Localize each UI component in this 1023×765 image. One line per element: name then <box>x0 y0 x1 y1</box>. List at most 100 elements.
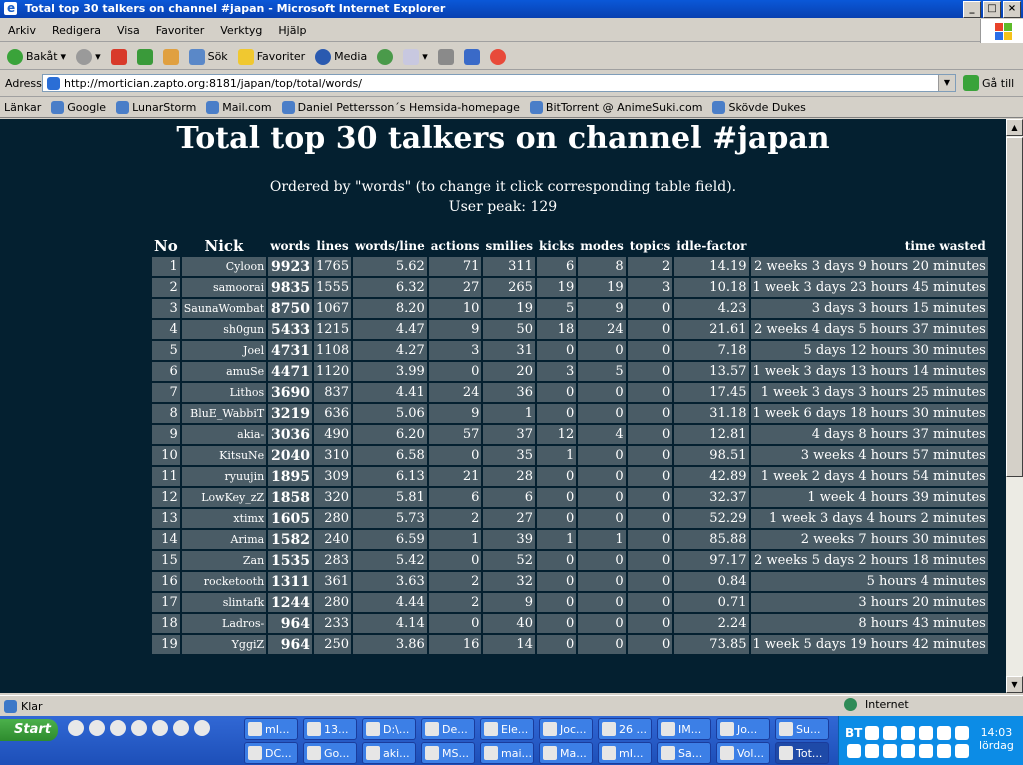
column-header[interactable]: words/line <box>353 237 427 255</box>
clock[interactable]: 14:03 lördag <box>979 726 1014 752</box>
tray-icon[interactable] <box>901 726 915 740</box>
tray-icon[interactable] <box>919 726 933 740</box>
back-button[interactable]: Bakåt ▾ <box>4 46 69 68</box>
column-header[interactable]: idle-factor <box>674 237 748 255</box>
taskbar-task-button[interactable]: IM... <box>657 718 711 740</box>
menu-verktyg[interactable]: Verktyg <box>212 24 270 37</box>
tray-icon[interactable] <box>865 744 879 758</box>
scroll-down-icon[interactable]: ▼ <box>1006 676 1023 693</box>
clock-time: 14:03 <box>980 726 1013 739</box>
start-button[interactable]: Start <box>0 719 58 741</box>
taskbar-task-button[interactable]: Su... <box>775 718 829 740</box>
link-lunarstorm[interactable]: LunarStorm <box>116 100 196 114</box>
link-mailcom[interactable]: Mail.com <box>206 100 272 114</box>
taskbar-task-button[interactable]: Joc... <box>539 718 593 740</box>
actions-cell: 0 <box>428 614 482 633</box>
stop-button[interactable] <box>108 46 130 68</box>
close-button[interactable]: × <box>1003 1 1021 18</box>
print-button[interactable] <box>435 46 457 68</box>
taskbar-task-button[interactable]: Tot... <box>775 742 829 764</box>
link-google[interactable]: Google <box>51 100 106 114</box>
forward-button[interactable]: ▾ <box>73 46 104 68</box>
taskbar-task-button[interactable]: DC... <box>244 742 298 764</box>
search-button[interactable]: Sök <box>186 46 231 68</box>
taskbar-task-button[interactable]: mai... <box>480 742 534 764</box>
address-input[interactable]: http://mortician.zapto.org:8181/japan/to… <box>42 74 956 92</box>
messenger-button[interactable] <box>487 46 509 68</box>
history-button[interactable] <box>374 46 396 68</box>
favorites-button[interactable]: Favoriter <box>235 46 308 68</box>
scroll-up-icon[interactable]: ▲ <box>1006 119 1023 136</box>
menu-visa[interactable]: Visa <box>109 24 148 37</box>
window-titlebar[interactable]: Total top 30 talkers on channel #japan -… <box>0 0 1023 18</box>
taskbar-task-button[interactable]: Go... <box>303 742 357 764</box>
address-dropdown-icon[interactable]: ▼ <box>938 75 955 91</box>
edit-quicklaunch-icon[interactable] <box>152 720 168 736</box>
tray-icon[interactable] <box>955 744 969 758</box>
taskbar-task-button[interactable]: Sa... <box>657 742 711 764</box>
column-header[interactable]: Nick <box>182 237 266 255</box>
chevron-down-icon[interactable]: ▾ <box>95 50 101 63</box>
actions-cell: 0 <box>428 362 482 381</box>
scroll-thumb[interactable] <box>1006 137 1023 477</box>
msn-quicklaunch-icon[interactable] <box>89 720 105 736</box>
column-header[interactable]: topics <box>628 237 673 255</box>
taskbar-task-button[interactable]: MS... <box>421 742 475 764</box>
chevron-down-icon[interactable]: ▾ <box>422 50 428 63</box>
taskbar-task-button[interactable]: aki... <box>362 742 416 764</box>
save-quicklaunch-icon[interactable] <box>173 720 189 736</box>
taskbar-task-button[interactable]: D:\... <box>362 718 416 740</box>
menu-hjalp[interactable]: Hjälp <box>270 24 314 37</box>
taskbar-task-button[interactable]: Ele... <box>480 718 534 740</box>
actions-cell: 3 <box>428 341 482 360</box>
column-header[interactable]: words <box>268 237 312 255</box>
taskbar-task-button[interactable]: Vol... <box>716 742 770 764</box>
words-per-line-cell: 3.63 <box>353 572 427 591</box>
tool-quicklaunch-icon[interactable] <box>194 720 210 736</box>
actions-cell: 6 <box>428 488 482 507</box>
column-header[interactable]: actions <box>429 237 482 255</box>
go-button[interactable]: Gå till <box>963 75 1014 91</box>
minimize-button[interactable]: _ <box>963 1 981 18</box>
chat-quicklaunch-icon[interactable] <box>110 720 126 736</box>
menu-favoriter[interactable]: Favoriter <box>148 24 212 37</box>
taskbar-task-button[interactable]: Ma... <box>539 742 593 764</box>
vertical-scrollbar[interactable]: ▲ ▼ <box>1006 119 1023 693</box>
home-button[interactable] <box>160 46 182 68</box>
tray-icon[interactable] <box>865 726 879 740</box>
tray-icon[interactable] <box>937 744 951 758</box>
taskbar-task-button[interactable]: Jo... <box>716 718 770 740</box>
refresh-button[interactable] <box>134 46 156 68</box>
tray-icon[interactable] <box>937 726 951 740</box>
column-header[interactable]: time wasted <box>751 237 988 255</box>
taskbar-task-button[interactable]: 26 ... <box>598 718 652 740</box>
column-header[interactable]: kicks <box>537 237 576 255</box>
link-skovde-dukes[interactable]: Skövde Dukes <box>712 100 806 114</box>
media-button[interactable]: Media <box>312 46 370 68</box>
taskbar-task-button[interactable]: mI... <box>244 718 298 740</box>
link-bittorrent[interactable]: BitTorrent @ AnimeSuki.com <box>529 100 702 114</box>
chevron-down-icon[interactable]: ▾ <box>61 50 67 63</box>
tray-icon[interactable] <box>847 744 861 758</box>
taskbar-task-button[interactable]: mI... <box>598 742 652 764</box>
tray-icon[interactable] <box>883 726 897 740</box>
taskbar-task-button[interactable]: De... <box>421 718 475 740</box>
edit-button[interactable] <box>461 46 483 68</box>
tray-icon[interactable] <box>955 726 969 740</box>
column-header[interactable]: No <box>152 237 180 255</box>
menu-redigera[interactable]: Redigera <box>44 24 109 37</box>
column-header[interactable]: smilies <box>483 237 535 255</box>
taskbar-task-button[interactable]: 13... <box>303 718 357 740</box>
maximize-button[interactable]: □ <box>983 1 1001 18</box>
column-header[interactable]: lines <box>314 237 351 255</box>
mail-button[interactable]: ▾ <box>400 46 431 68</box>
tray-bt-label[interactable]: BT <box>845 726 862 740</box>
link-daniel-homepage[interactable]: Daniel Pettersson´s Hemsida-homepage <box>281 100 520 114</box>
tray-icon[interactable] <box>919 744 933 758</box>
column-header[interactable]: modes <box>578 237 625 255</box>
tray-icon[interactable] <box>901 744 915 758</box>
tray-icon[interactable] <box>883 744 897 758</box>
menu-arkiv[interactable]: Arkiv <box>0 24 44 37</box>
ie-quicklaunch-icon[interactable] <box>68 720 84 736</box>
search-quicklaunch-icon[interactable] <box>131 720 147 736</box>
